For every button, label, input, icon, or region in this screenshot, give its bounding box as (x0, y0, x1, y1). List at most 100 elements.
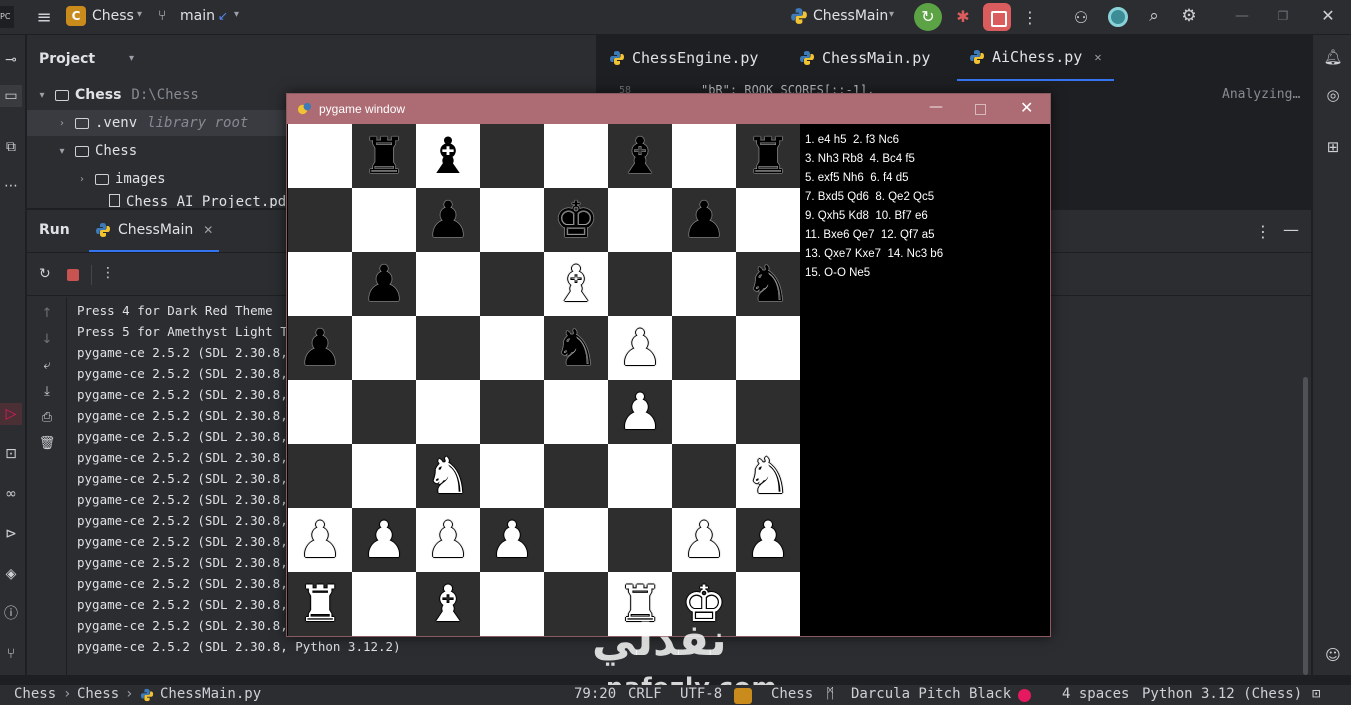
square-c7[interactable]: ♟ (416, 188, 480, 252)
square-b6[interactable]: ♟ (352, 252, 416, 316)
square-d1[interactable] (480, 572, 544, 636)
square-f2[interactable] (608, 508, 672, 572)
chevron-down-icon[interactable]: ▾ (137, 9, 142, 20)
black-bishop-icon[interactable]: ♝ (618, 124, 663, 188)
square-d7[interactable] (480, 188, 544, 252)
file-encoding[interactable]: UTF-8 (680, 686, 722, 702)
minimize-icon[interactable]: — (929, 99, 943, 115)
close-icon[interactable]: ✕ (203, 223, 213, 237)
more-tools-icon[interactable]: ⋯ (0, 175, 22, 197)
square-a7[interactable] (288, 188, 352, 252)
black-pawn-icon[interactable]: ♟ (362, 252, 407, 316)
square-d6[interactable] (480, 252, 544, 316)
square-c5[interactable] (416, 316, 480, 380)
close-icon[interactable]: ✕ (1318, 5, 1338, 25)
more-actions-icon[interactable]: ⋮ (1022, 6, 1038, 28)
vcs-icon[interactable]: ⑂ (0, 643, 22, 665)
square-h7[interactable] (736, 188, 800, 252)
chevron-right-icon[interactable]: › (55, 118, 69, 129)
more-actions-icon[interactable]: ⋮ (101, 265, 115, 281)
square-d3[interactable] (480, 444, 544, 508)
add-user-icon[interactable]: ⚇ (1070, 6, 1092, 28)
problems-icon[interactable]: ⓘ (0, 603, 22, 625)
square-b8[interactable]: ♜ (352, 124, 416, 188)
rerun-button[interactable]: ↻ (914, 3, 942, 31)
square-b2[interactable]: ♟ (352, 508, 416, 572)
trash-icon[interactable]: 🗑︎ (38, 435, 56, 453)
square-g3[interactable] (672, 444, 736, 508)
stop-icon[interactable] (67, 269, 79, 281)
square-h3[interactable]: ♞ (736, 444, 800, 508)
cat-icon[interactable]: ☺ (1323, 645, 1343, 665)
arrow-up-icon[interactable]: ↑ (38, 305, 56, 323)
square-h6[interactable]: ♞ (736, 252, 800, 316)
white-pawn-icon[interactable]: ♟ (618, 316, 663, 380)
square-a8[interactable] (288, 124, 352, 188)
gear-icon[interactable]: ⚙ (1178, 5, 1200, 27)
notifications-icon[interactable]: 🔔︎ (1323, 47, 1343, 67)
run-config-selector[interactable]: ChessMain (813, 8, 888, 24)
square-g2[interactable]: ♟ (672, 508, 736, 572)
square-a2[interactable]: ♟ (288, 508, 352, 572)
square-f4[interactable]: ♟ (608, 380, 672, 444)
black-pawn-icon[interactable]: ♟ (298, 316, 343, 380)
square-f5[interactable]: ♟ (608, 316, 672, 380)
run-panel-title[interactable]: Run (39, 222, 70, 238)
square-c2[interactable]: ♟ (416, 508, 480, 572)
chevron-down-icon[interactable]: ▾ (234, 9, 239, 20)
theme-name[interactable]: Darcula Pitch Black (851, 686, 1011, 702)
indent-setting[interactable]: 4 spaces (1062, 686, 1129, 702)
white-knight-icon[interactable]: ♞ (746, 444, 791, 508)
python-interpreter[interactable]: Python 3.12 (Chess) (1142, 686, 1302, 702)
tab-chessmain[interactable]: ChessMain.py (787, 35, 942, 81)
square-a4[interactable] (288, 380, 352, 444)
terminal-icon[interactable]: ⊡ (0, 443, 22, 465)
white-pawn-icon[interactable]: ♟ (362, 508, 407, 572)
square-h8[interactable]: ♜ (736, 124, 800, 188)
square-f8[interactable]: ♝ (608, 124, 672, 188)
white-pawn-icon[interactable]: ♟ (682, 508, 727, 572)
square-a3[interactable] (288, 444, 352, 508)
structure-icon[interactable]: ⧉ (0, 136, 22, 158)
white-pawn-icon[interactable]: ♟ (490, 508, 535, 572)
square-e8[interactable] (544, 124, 608, 188)
chevron-down-icon[interactable]: ▾ (129, 53, 134, 64)
services-icon[interactable]: ⊳ (0, 523, 22, 545)
breadcrumb-file[interactable]: ChessMain.py (160, 686, 261, 702)
breadcrumb-folder[interactable]: Chess (77, 686, 119, 702)
black-pawn-icon[interactable]: ♟ (682, 188, 727, 252)
project-name[interactable]: Chess (771, 686, 813, 702)
square-a1[interactable]: ♜ (288, 572, 352, 636)
black-knight-icon[interactable]: ♞ (746, 252, 791, 316)
run-icon[interactable]: ▷ (0, 403, 22, 425)
breadcrumb-root[interactable]: Chess (14, 686, 56, 702)
minimize-icon[interactable]: — (1232, 6, 1252, 26)
square-e4[interactable] (544, 380, 608, 444)
pygame-title-bar[interactable]: pygame window — ✕ (287, 94, 1050, 124)
white-pawn-icon[interactable]: ♟ (298, 508, 343, 572)
square-b3[interactable] (352, 444, 416, 508)
maximize-icon[interactable]: ❐ (1273, 6, 1293, 26)
square-c3[interactable]: ♞ (416, 444, 480, 508)
close-icon[interactable]: ✕ (1094, 50, 1101, 64)
white-pawn-icon[interactable]: ♟ (426, 508, 471, 572)
square-c6[interactable] (416, 252, 480, 316)
square-g7[interactable]: ♟ (672, 188, 736, 252)
search-icon[interactable]: ⌕ (1143, 5, 1165, 27)
square-h4[interactable] (736, 380, 800, 444)
chevron-down-icon[interactable]: ▾ (889, 9, 894, 20)
white-pawn-icon[interactable]: ♟ (746, 508, 791, 572)
square-b4[interactable] (352, 380, 416, 444)
black-knight-icon[interactable]: ♞ (554, 316, 599, 380)
print-icon[interactable]: ⎙ (38, 409, 56, 427)
white-bishop-icon[interactable]: ♝ (554, 252, 599, 316)
maximize-icon[interactable] (975, 104, 986, 115)
square-b1[interactable] (352, 572, 416, 636)
python-console-icon[interactable]: ∞ (0, 483, 22, 505)
folder-icon[interactable]: ▭ (0, 85, 22, 107)
arrow-down-icon[interactable]: ↓ (38, 331, 56, 349)
white-knight-icon[interactable]: ♞ (426, 444, 471, 508)
square-b7[interactable] (352, 188, 416, 252)
project-panel-title[interactable]: Project (39, 51, 95, 67)
tab-run-chessmain[interactable]: ChessMain ✕ (89, 210, 220, 252)
